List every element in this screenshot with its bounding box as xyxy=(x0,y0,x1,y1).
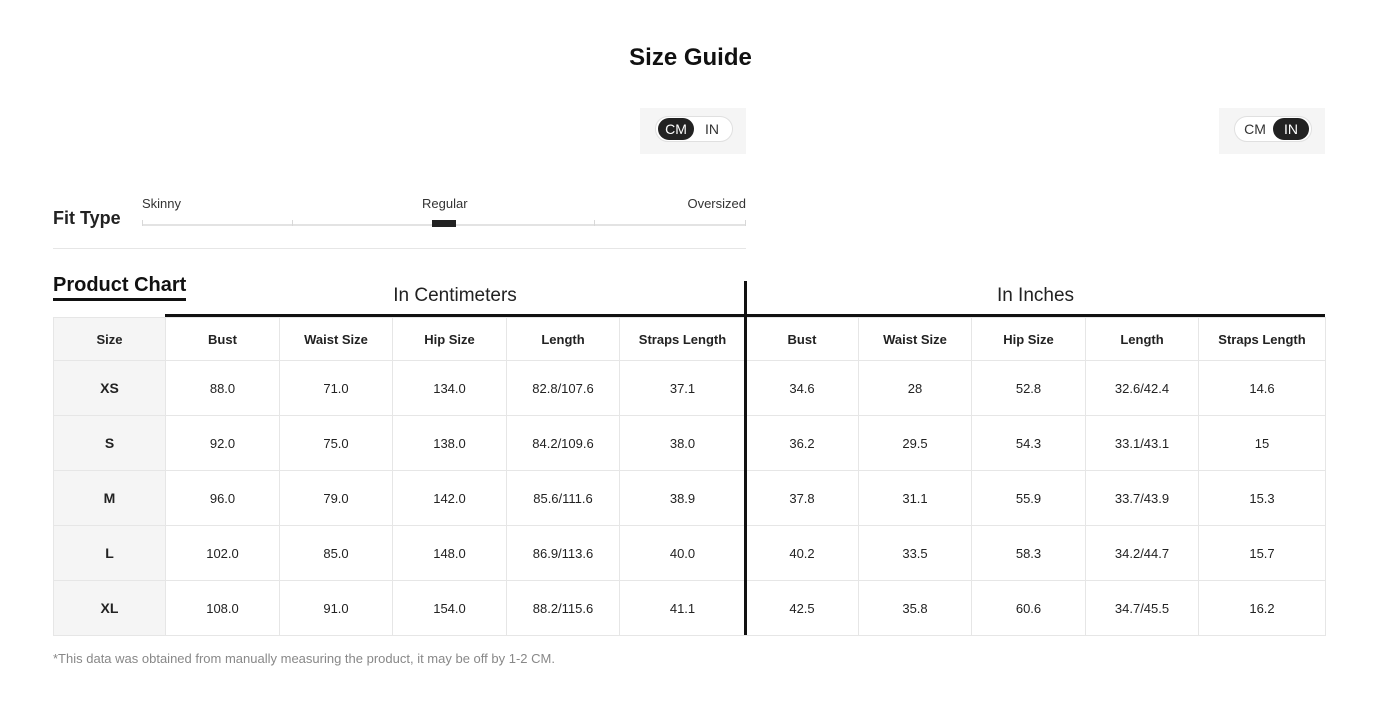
table-cell: 82.8/107.6 xyxy=(506,360,620,416)
table-cell: 108.0 xyxy=(165,580,280,636)
column-header-bust-cm: Bust xyxy=(165,317,280,361)
unit-toggle-right[interactable]: CM IN xyxy=(1234,116,1312,142)
table-cell: 134.0 xyxy=(392,360,507,416)
table-cell: 58.3 xyxy=(971,525,1086,581)
column-header-length-in: Length xyxy=(1085,317,1199,361)
fit-notch xyxy=(292,220,293,226)
table-cell: 33.5 xyxy=(858,525,972,581)
fit-label-oversized: Oversized xyxy=(687,196,746,211)
table-cell: XS xyxy=(53,360,166,416)
table-cell: 88.0 xyxy=(165,360,280,416)
table-cell: 60.6 xyxy=(971,580,1086,636)
table-row: M 96.0 79.0 142.0 85.6/111.6 38.9 37.8 3… xyxy=(53,470,1326,526)
table-row: XL 108.0 91.0 154.0 88.2/115.6 41.1 42.5… xyxy=(53,580,1326,636)
table-cell: 102.0 xyxy=(165,525,280,581)
table-cell: 148.0 xyxy=(392,525,507,581)
table-cell: 14.6 xyxy=(1198,360,1326,416)
table-cell: 138.0 xyxy=(392,415,507,471)
table-cell: 16.2 xyxy=(1198,580,1326,636)
table-cell: 88.2/115.6 xyxy=(506,580,620,636)
table-cell: 85.6/111.6 xyxy=(506,470,620,526)
column-header-hip-cm: Hip Size xyxy=(392,317,507,361)
table-cell: 28 xyxy=(858,360,972,416)
size-table: Size Bust Waist Size Hip Size Length Str… xyxy=(53,317,1326,636)
divider xyxy=(53,248,746,249)
column-header-hip-in: Hip Size xyxy=(971,317,1086,361)
table-cell: 55.9 xyxy=(971,470,1086,526)
column-header-straps-in: Straps Length xyxy=(1198,317,1326,361)
column-header-size: Size xyxy=(53,317,166,361)
fit-selected-marker xyxy=(432,220,456,227)
unit-option-in[interactable]: IN xyxy=(1273,118,1309,140)
table-cell: 52.8 xyxy=(971,360,1086,416)
fit-type-scale: Skinny Regular Oversized xyxy=(142,196,746,230)
table-cell: 15.7 xyxy=(1198,525,1326,581)
unit-separator xyxy=(744,281,747,635)
unit-option-cm[interactable]: CM xyxy=(1237,118,1273,140)
column-header-straps-cm: Straps Length xyxy=(619,317,746,361)
unit-switch-panel-left: CM IN xyxy=(640,108,746,154)
table-cell: 34.7/45.5 xyxy=(1085,580,1199,636)
group-heading-centimeters: In Centimeters xyxy=(393,285,517,306)
column-header-waist-cm: Waist Size xyxy=(279,317,393,361)
table-cell: 41.1 xyxy=(619,580,746,636)
table-cell: 37.1 xyxy=(619,360,746,416)
group-heading-inches: In Inches xyxy=(996,285,1075,306)
unit-toggle-left[interactable]: CM IN xyxy=(655,116,733,142)
table-cell: L xyxy=(53,525,166,581)
column-header-bust-in: Bust xyxy=(745,317,859,361)
table-cell: 37.8 xyxy=(745,470,859,526)
table-row: XS 88.0 71.0 134.0 82.8/107.6 37.1 34.6 … xyxy=(53,360,1326,416)
table-cell: 29.5 xyxy=(858,415,972,471)
table-header-row: Size Bust Waist Size Hip Size Length Str… xyxy=(53,317,1326,361)
table-cell: 91.0 xyxy=(279,580,393,636)
table-cell: 85.0 xyxy=(279,525,393,581)
page-title: Size Guide xyxy=(629,44,752,71)
fit-notch xyxy=(745,220,746,226)
table-cell: 34.2/44.7 xyxy=(1085,525,1199,581)
table-cell: S xyxy=(53,415,166,471)
table-cell: 36.2 xyxy=(745,415,859,471)
column-header-waist-in: Waist Size xyxy=(858,317,972,361)
unit-switch-panel-right: CM IN xyxy=(1219,108,1325,154)
table-cell: 33.7/43.9 xyxy=(1085,470,1199,526)
table-cell: 86.9/113.6 xyxy=(506,525,620,581)
table-cell: 33.1/43.1 xyxy=(1085,415,1199,471)
table-cell: 92.0 xyxy=(165,415,280,471)
table-cell: 154.0 xyxy=(392,580,507,636)
fit-type-label: Fit Type xyxy=(53,208,121,228)
table-cell: 42.5 xyxy=(745,580,859,636)
fit-label-skinny: Skinny xyxy=(142,196,182,211)
table-cell: 15 xyxy=(1198,415,1326,471)
table-cell: 31.1 xyxy=(858,470,972,526)
table-cell: 84.2/109.6 xyxy=(506,415,620,471)
table-cell: M xyxy=(53,470,166,526)
fit-notch xyxy=(142,220,143,226)
table-cell: 71.0 xyxy=(279,360,393,416)
table-cell: 96.0 xyxy=(165,470,280,526)
table-cell: 38.0 xyxy=(619,415,746,471)
fit-label-regular: Regular xyxy=(422,196,468,211)
table-cell: XL xyxy=(53,580,166,636)
table-row: S 92.0 75.0 138.0 84.2/109.6 38.0 36.2 2… xyxy=(53,415,1326,471)
table-cell: 32.6/42.4 xyxy=(1085,360,1199,416)
footnote: *This data was obtained from manually me… xyxy=(53,651,555,666)
table-cell: 79.0 xyxy=(279,470,393,526)
table-row: L 102.0 85.0 148.0 86.9/113.6 40.0 40.2 … xyxy=(53,525,1326,581)
table-cell: 142.0 xyxy=(392,470,507,526)
fit-notch xyxy=(594,220,595,226)
table-cell: 35.8 xyxy=(858,580,972,636)
table-cell: 75.0 xyxy=(279,415,393,471)
table-cell: 15.3 xyxy=(1198,470,1326,526)
table-cell: 38.9 xyxy=(619,470,746,526)
table-cell: 40.2 xyxy=(745,525,859,581)
unit-option-cm[interactable]: CM xyxy=(658,118,694,140)
table-cell: 34.6 xyxy=(745,360,859,416)
table-cell: 54.3 xyxy=(971,415,1086,471)
table-cell: 40.0 xyxy=(619,525,746,581)
column-header-length-cm: Length xyxy=(506,317,620,361)
unit-option-in[interactable]: IN xyxy=(694,118,730,140)
